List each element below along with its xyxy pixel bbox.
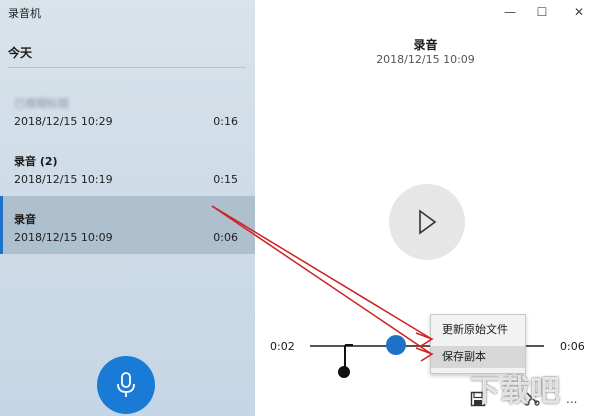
more-options-button[interactable]: ... [566, 392, 590, 406]
annotation-arrows [211, 205, 434, 362]
watermark: 下载吧 [470, 374, 560, 409]
